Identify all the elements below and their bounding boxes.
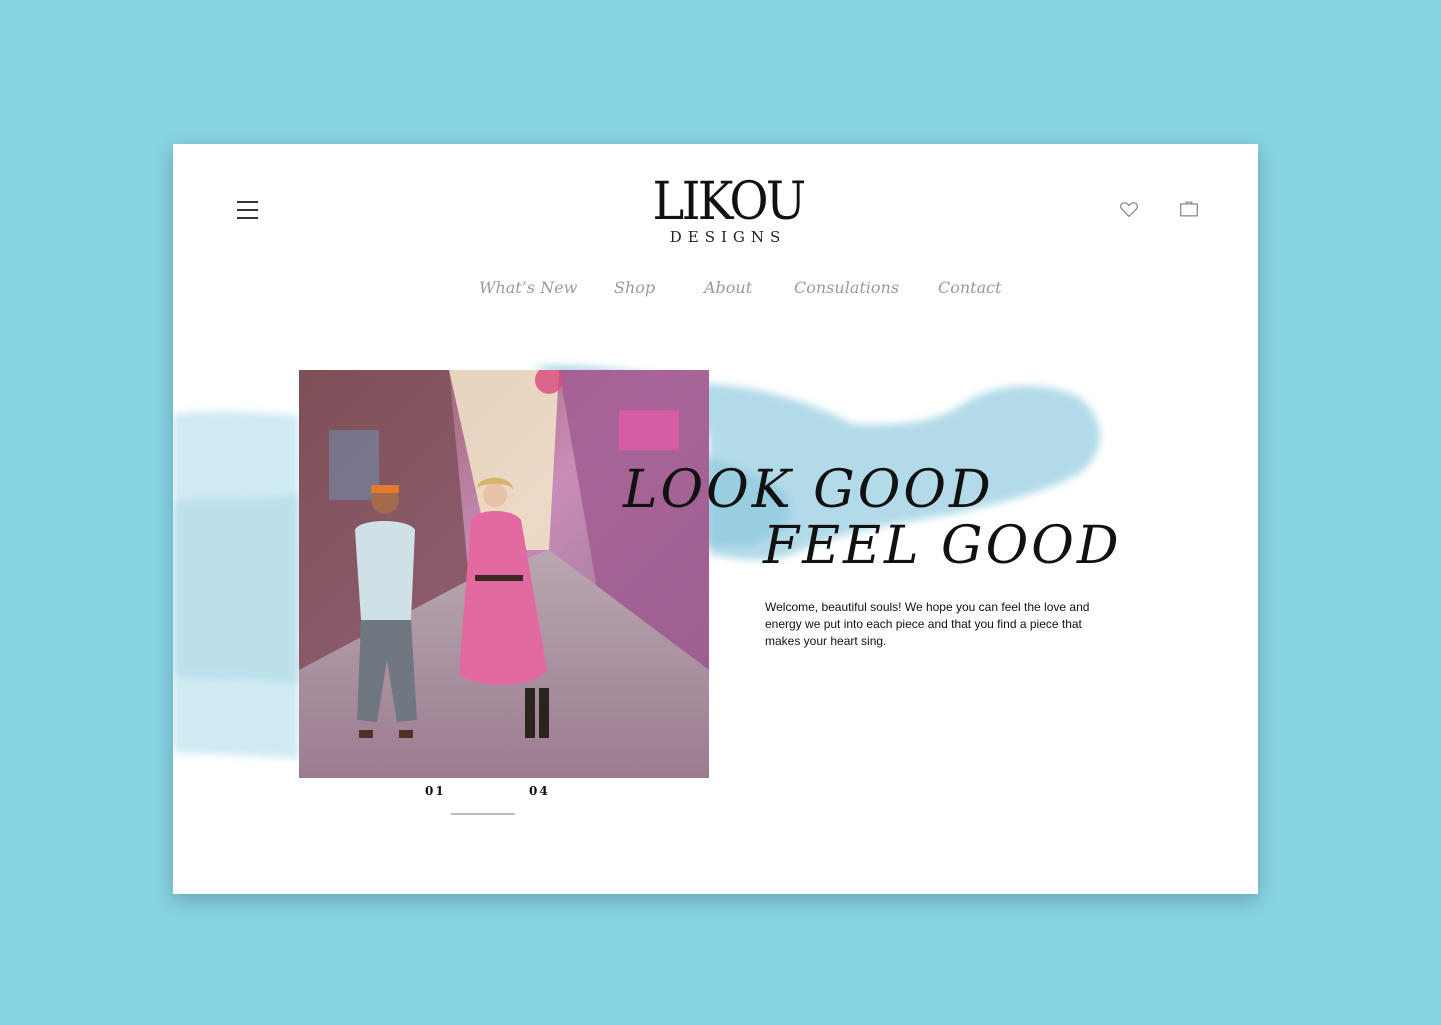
nav-item-whats-new[interactable]: What’s New — [479, 278, 614, 297]
headline-line-2: FEEL GOOD — [763, 516, 1122, 576]
header-actions — [1118, 198, 1200, 220]
hero-photo — [299, 370, 709, 778]
slide-current: 01 — [425, 784, 446, 798]
page-card: LIKOU DESIGNS What’s New Shop About Cons… — [173, 144, 1258, 894]
slide-progress-bar[interactable] — [451, 813, 515, 815]
nav-item-consultations[interactable]: Consulations — [794, 278, 938, 297]
nav-item-contact[interactable]: Contact — [938, 278, 1002, 297]
nav-item-shop[interactable]: Shop — [614, 278, 704, 297]
menu-icon[interactable] — [237, 201, 259, 219]
brand-name: LIKOU — [652, 172, 807, 232]
brand-logo[interactable]: LIKOU DESIGNS — [623, 174, 833, 246]
hero-headline: LOOK GOOD FEEL GOOD — [623, 462, 1122, 574]
slide-total: 04 — [529, 784, 550, 798]
main-nav: What’s New Shop About Consulations Conta… — [479, 278, 1002, 297]
headline-line-1: LOOK GOOD — [623, 460, 994, 520]
heart-icon[interactable] — [1118, 198, 1140, 220]
hero-intro-text: Welcome, beautiful souls! We hope you ca… — [765, 600, 1090, 648]
bag-icon[interactable] — [1178, 198, 1200, 220]
nav-item-about[interactable]: About — [704, 278, 794, 297]
